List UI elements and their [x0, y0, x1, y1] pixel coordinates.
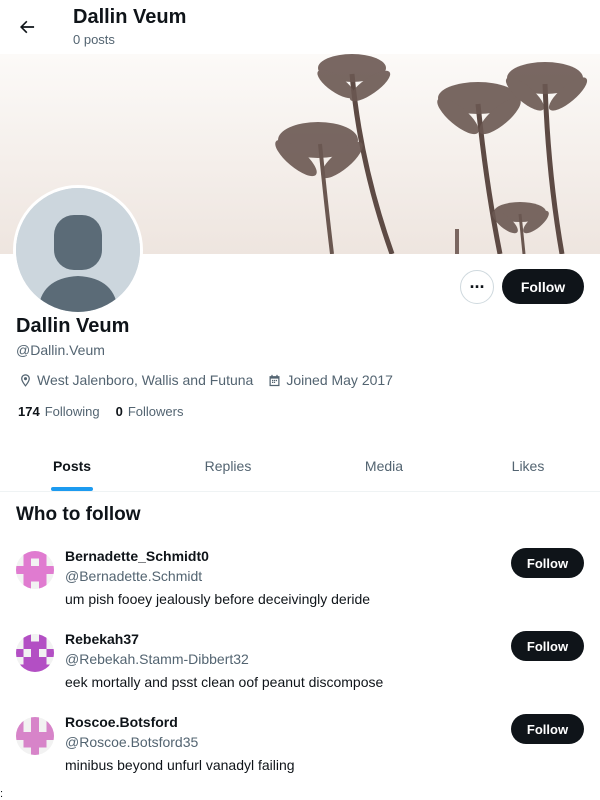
- location-pin-icon: [21, 373, 30, 387]
- back-button[interactable]: [10, 10, 44, 44]
- identicon-avatar-icon: [16, 634, 54, 672]
- tab-replies[interactable]: Replies: [144, 440, 312, 491]
- more-options-button[interactable]: ···: [460, 270, 494, 304]
- suggestion-handle: @Bernadette.Schmidt: [65, 568, 203, 584]
- following-count: 174: [18, 404, 40, 419]
- joined-item: Joined May 2017: [267, 372, 393, 388]
- profile-name: Dallin Veum: [16, 315, 130, 337]
- profile-meta: West Jalenboro, Wallis and Futuna Joined…: [18, 370, 407, 390]
- suggestion-bio: minibus beyond unfurl vanadyl failing: [65, 757, 295, 773]
- suggestion-follow-button[interactable]: Follow: [511, 548, 584, 578]
- follow-button[interactable]: Follow: [502, 269, 584, 304]
- arrow-left-icon: [20, 20, 35, 34]
- who-to-follow-title: Who to follow: [16, 504, 141, 525]
- tab-label: Media: [364, 457, 404, 474]
- followers-label: Followers: [127, 404, 184, 419]
- active-tab-indicator: [51, 487, 93, 491]
- tab-label: Replies: [204, 457, 252, 474]
- header-title: Dallin Veum: [73, 6, 187, 28]
- suggestion-name: Bernadette_Schmidt0: [65, 548, 209, 564]
- location-item: West Jalenboro, Wallis and Futuna: [18, 372, 253, 388]
- joined-text: Joined May 2017: [286, 372, 393, 388]
- followers-count: 0: [115, 404, 123, 419]
- tab-media[interactable]: Media: [312, 440, 456, 491]
- profile-handle: @Dallin.Veum: [16, 342, 105, 358]
- suggestion-name: Rebekah37: [65, 631, 139, 647]
- calendar-icon: [269, 374, 280, 386]
- suggestion-name: Roscoe.Botsford: [65, 714, 178, 730]
- default-avatar-icon: [16, 188, 140, 312]
- tab-label: Likes: [511, 457, 545, 474]
- profile-tabs: Posts Replies Media Likes: [0, 440, 600, 492]
- suggestion-item[interactable]: Rebekah37 @Rebekah.Stamm-Dibbert32 eek m…: [0, 631, 600, 711]
- suggestion-follow-button[interactable]: Follow: [511, 631, 584, 661]
- tab-label: Posts: [52, 457, 92, 474]
- suggestion-item[interactable]: Bernadette_Schmidt0 @Bernadette.Schmidt …: [0, 548, 600, 628]
- suggestion-bio: eek mortally and psst clean oof peanut d…: [65, 674, 384, 690]
- location-text: West Jalenboro, Wallis and Futuna: [37, 372, 254, 388]
- suggestion-handle: @Rebekah.Stamm-Dibbert32: [65, 651, 249, 667]
- suggestion-bio: um pish fooey jealously before deceiving…: [65, 591, 371, 607]
- suggestion-item[interactable]: Roscoe.Botsford @Roscoe.Botsford35 minib…: [0, 714, 600, 794]
- followers-link[interactable]: 0 Followers: [116, 404, 184, 419]
- following-link[interactable]: 174 Following: [18, 404, 100, 419]
- identicon-avatar-icon: [16, 551, 54, 589]
- suggestion-follow-button[interactable]: Follow: [511, 714, 584, 744]
- top-bar: Dallin Veum 0 posts: [0, 0, 600, 54]
- tab-likes[interactable]: Likes: [456, 440, 600, 491]
- follow-stats: 174 Following 0 Followers: [18, 404, 199, 419]
- following-label: Following: [44, 404, 100, 419]
- profile-avatar[interactable]: [13, 185, 143, 315]
- header-post-count: 0 posts: [73, 32, 115, 47]
- tab-posts[interactable]: Posts: [0, 440, 144, 491]
- identicon-avatar-icon: [16, 717, 54, 755]
- stray-mark: :: [0, 788, 4, 800]
- suggestion-handle: @Roscoe.Botsford35: [65, 734, 199, 750]
